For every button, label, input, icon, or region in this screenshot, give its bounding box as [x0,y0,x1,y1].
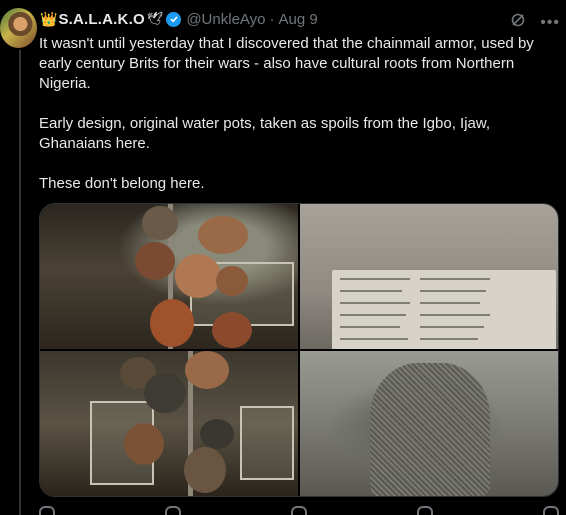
museum-label-photo[interactable] [300,204,558,349]
display-case [240,406,294,480]
like-button[interactable] [291,504,307,515]
retweet-button[interactable] [165,504,181,515]
tweet-paragraph: These don't belong here. [39,175,205,192]
pot [216,266,248,296]
reply-icon [39,506,55,515]
pot [184,447,226,493]
pot [142,206,178,240]
chainmail-armor-photo[interactable] [300,351,558,496]
pot [198,216,248,254]
museum-pots-photo-2[interactable] [40,351,298,496]
header-actions: ••• [510,12,560,33]
media-grid [39,203,559,497]
author-handle[interactable]: @UnkleAyo [186,11,265,28]
pot [135,242,175,280]
pot [185,351,229,389]
pot [150,299,194,347]
pot [175,254,221,298]
reply-button[interactable] [39,504,55,515]
separator-dot: · [269,10,275,28]
bookmark-button[interactable] [543,504,559,515]
tweet-text: It wasn't until yesterday that I discove… [39,34,561,214]
author-name[interactable]: S.A.L.A.K.O [58,11,144,28]
retweet-icon [165,506,181,515]
verified-badge-icon[interactable] [166,11,182,27]
museum-pots-photo[interactable] [40,204,298,349]
tweet-actions [39,504,559,515]
bookmark-icon [543,506,559,515]
tweet-date[interactable]: Aug 9 [278,11,317,28]
views-button[interactable] [417,504,433,515]
museum-label-card [332,270,556,349]
tweet-paragraph: It wasn't until yesterday that I discove… [39,35,534,92]
more-icon[interactable]: ••• [540,14,560,30]
pot [200,419,234,449]
tweet-paragraph: Early design, original water pots, taken… [39,115,491,152]
views-icon [417,506,433,515]
chainmail-armor [370,363,490,496]
crown-emoji: 👑 [40,10,58,27]
pot [124,423,164,465]
heart-icon [291,506,307,515]
thread-line [19,50,21,515]
tweet-header: 👑 S.A.L.A.K.O 🕊 @UnkleAyo · Aug 9 [40,9,558,29]
grok-icon[interactable] [510,12,526,33]
pot [144,373,186,413]
pot [212,312,252,348]
dove-emoji: 🕊 [146,11,164,26]
avatar[interactable] [0,8,37,48]
